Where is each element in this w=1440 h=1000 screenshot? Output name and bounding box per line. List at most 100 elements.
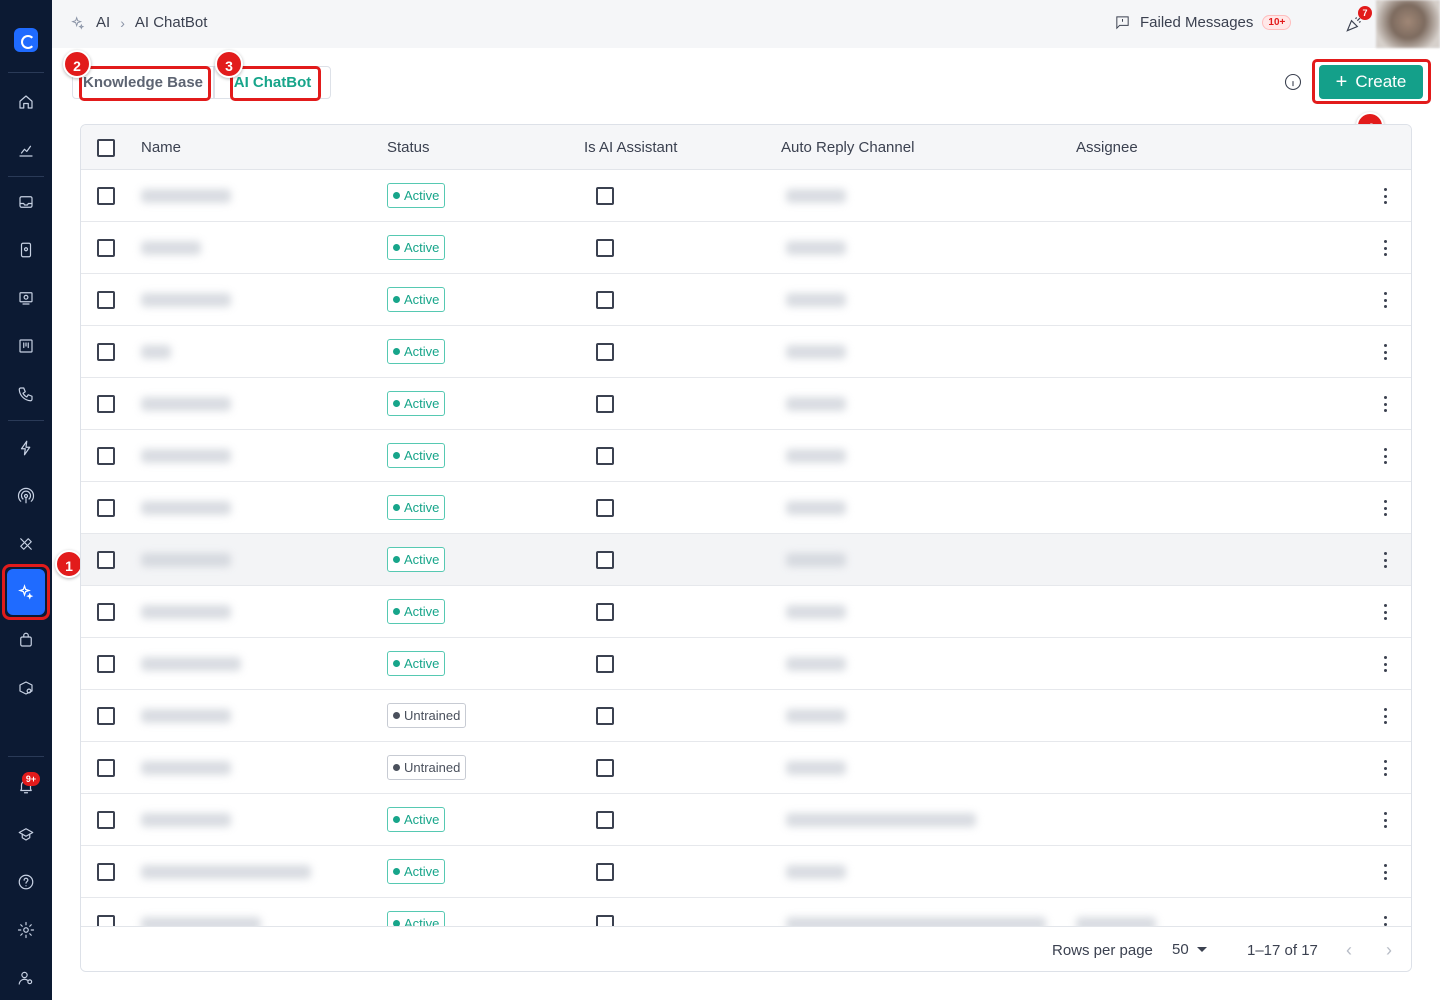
is-ai-assistant-checkbox[interactable] xyxy=(596,291,614,309)
contacts-icon[interactable] xyxy=(14,238,38,262)
table-row[interactable]: Active xyxy=(81,586,1411,638)
chatbot-name-redacted[interactable] xyxy=(141,241,201,255)
table-row[interactable]: Active xyxy=(81,430,1411,482)
is-ai-assistant-checkbox[interactable] xyxy=(596,395,614,413)
more-actions-icon[interactable] xyxy=(1379,394,1391,414)
chatbot-name-redacted[interactable] xyxy=(141,449,231,463)
more-actions-icon[interactable] xyxy=(1379,862,1391,882)
row-checkbox[interactable] xyxy=(97,551,115,569)
row-checkbox[interactable] xyxy=(97,759,115,777)
automation-icon[interactable] xyxy=(14,436,38,460)
inbox-icon[interactable] xyxy=(14,190,38,214)
phone-icon[interactable] xyxy=(14,382,38,406)
column-header-auto-reply-channel[interactable]: Auto Reply Channel xyxy=(781,139,914,156)
analytics-icon[interactable] xyxy=(14,138,38,162)
row-checkbox[interactable] xyxy=(97,915,115,926)
tab-knowledge-base[interactable]: Knowledge Base xyxy=(72,66,214,99)
more-actions-icon[interactable] xyxy=(1379,758,1391,778)
row-checkbox[interactable] xyxy=(97,811,115,829)
chatbot-name-redacted[interactable] xyxy=(141,345,171,359)
broadcast-icon[interactable] xyxy=(14,286,38,310)
more-actions-icon[interactable] xyxy=(1379,498,1391,518)
is-ai-assistant-checkbox[interactable] xyxy=(596,187,614,205)
more-actions-icon[interactable] xyxy=(1379,446,1391,466)
more-actions-icon[interactable] xyxy=(1379,810,1391,830)
next-page-button[interactable]: › xyxy=(1379,940,1399,960)
table-row[interactable]: Active xyxy=(81,170,1411,222)
failed-messages-button[interactable]: Failed Messages 10+ xyxy=(1114,14,1292,31)
chatbot-name-redacted[interactable] xyxy=(141,501,231,515)
rows-per-page-select[interactable]: 50 xyxy=(1172,941,1207,958)
chatbot-name-redacted[interactable] xyxy=(141,657,241,671)
chatbot-name-redacted[interactable] xyxy=(141,397,231,411)
chatbot-name-redacted[interactable] xyxy=(141,553,231,567)
table-row[interactable]: Active xyxy=(81,638,1411,690)
row-checkbox[interactable] xyxy=(97,395,115,413)
row-checkbox[interactable] xyxy=(97,603,115,621)
tools-icon[interactable] xyxy=(14,532,38,556)
more-actions-icon[interactable] xyxy=(1379,342,1391,362)
row-checkbox[interactable] xyxy=(97,499,115,517)
is-ai-assistant-checkbox[interactable] xyxy=(596,239,614,257)
more-actions-icon[interactable] xyxy=(1379,550,1391,570)
more-actions-icon[interactable] xyxy=(1379,602,1391,622)
table-row[interactable]: Active xyxy=(81,378,1411,430)
is-ai-assistant-checkbox[interactable] xyxy=(596,655,614,673)
table-row[interactable]: Untrained xyxy=(81,690,1411,742)
is-ai-assistant-checkbox[interactable] xyxy=(596,447,614,465)
breadcrumb-root[interactable]: AI xyxy=(96,14,110,31)
row-checkbox[interactable] xyxy=(97,187,115,205)
app-logo[interactable] xyxy=(14,28,38,52)
previous-page-button[interactable]: ‹ xyxy=(1339,940,1359,960)
table-row[interactable]: Active xyxy=(81,274,1411,326)
table-row[interactable]: Active xyxy=(81,846,1411,898)
row-checkbox[interactable] xyxy=(97,343,115,361)
signal-icon[interactable] xyxy=(14,484,38,508)
chatbot-name-redacted[interactable] xyxy=(141,865,311,879)
is-ai-assistant-checkbox[interactable] xyxy=(596,499,614,517)
is-ai-assistant-checkbox[interactable] xyxy=(596,551,614,569)
chatbot-name-redacted[interactable] xyxy=(141,189,231,203)
is-ai-assistant-checkbox[interactable] xyxy=(596,863,614,881)
table-row[interactable]: Active xyxy=(81,794,1411,846)
table-row[interactable]: Active xyxy=(81,326,1411,378)
table-row[interactable]: Active xyxy=(81,482,1411,534)
more-actions-icon[interactable] xyxy=(1379,914,1391,926)
is-ai-assistant-checkbox[interactable] xyxy=(596,811,614,829)
more-actions-icon[interactable] xyxy=(1379,290,1391,310)
more-actions-icon[interactable] xyxy=(1379,654,1391,674)
is-ai-assistant-checkbox[interactable] xyxy=(596,759,614,777)
announcements-button[interactable]: 7 xyxy=(1344,6,1372,34)
avatar[interactable] xyxy=(1376,0,1440,48)
is-ai-assistant-checkbox[interactable] xyxy=(596,603,614,621)
table-row[interactable]: Active xyxy=(81,222,1411,274)
row-checkbox[interactable] xyxy=(97,291,115,309)
more-actions-icon[interactable] xyxy=(1379,238,1391,258)
settings-icon[interactable] xyxy=(14,918,38,942)
chatbot-name-redacted[interactable] xyxy=(141,293,231,307)
is-ai-assistant-checkbox[interactable] xyxy=(596,707,614,725)
chatbot-name-redacted[interactable] xyxy=(141,761,231,775)
more-actions-icon[interactable] xyxy=(1379,186,1391,206)
row-checkbox[interactable] xyxy=(97,239,115,257)
package-settings-icon[interactable] xyxy=(14,676,38,700)
chatbot-name-redacted[interactable] xyxy=(141,709,231,723)
chatbot-name-redacted[interactable] xyxy=(141,605,231,619)
table-row[interactable]: Active xyxy=(81,534,1411,586)
home-icon[interactable] xyxy=(14,90,38,114)
sidebar-item-ai[interactable] xyxy=(7,569,45,615)
is-ai-assistant-checkbox[interactable] xyxy=(596,915,614,926)
table-row[interactable]: Untrained xyxy=(81,742,1411,794)
help-icon[interactable] xyxy=(14,870,38,894)
column-header-assignee[interactable]: Assignee xyxy=(1076,139,1138,156)
create-button[interactable]: + Create xyxy=(1319,65,1423,99)
board-icon[interactable] xyxy=(14,334,38,358)
shop-icon[interactable] xyxy=(14,628,38,652)
user-settings-icon[interactable] xyxy=(14,966,38,990)
info-icon[interactable] xyxy=(1283,72,1303,92)
row-checkbox[interactable] xyxy=(97,655,115,673)
more-actions-icon[interactable] xyxy=(1379,706,1391,726)
select-all-checkbox[interactable] xyxy=(97,139,115,157)
table-row[interactable]: Active xyxy=(81,898,1411,926)
chatbot-name-redacted[interactable] xyxy=(141,813,231,827)
